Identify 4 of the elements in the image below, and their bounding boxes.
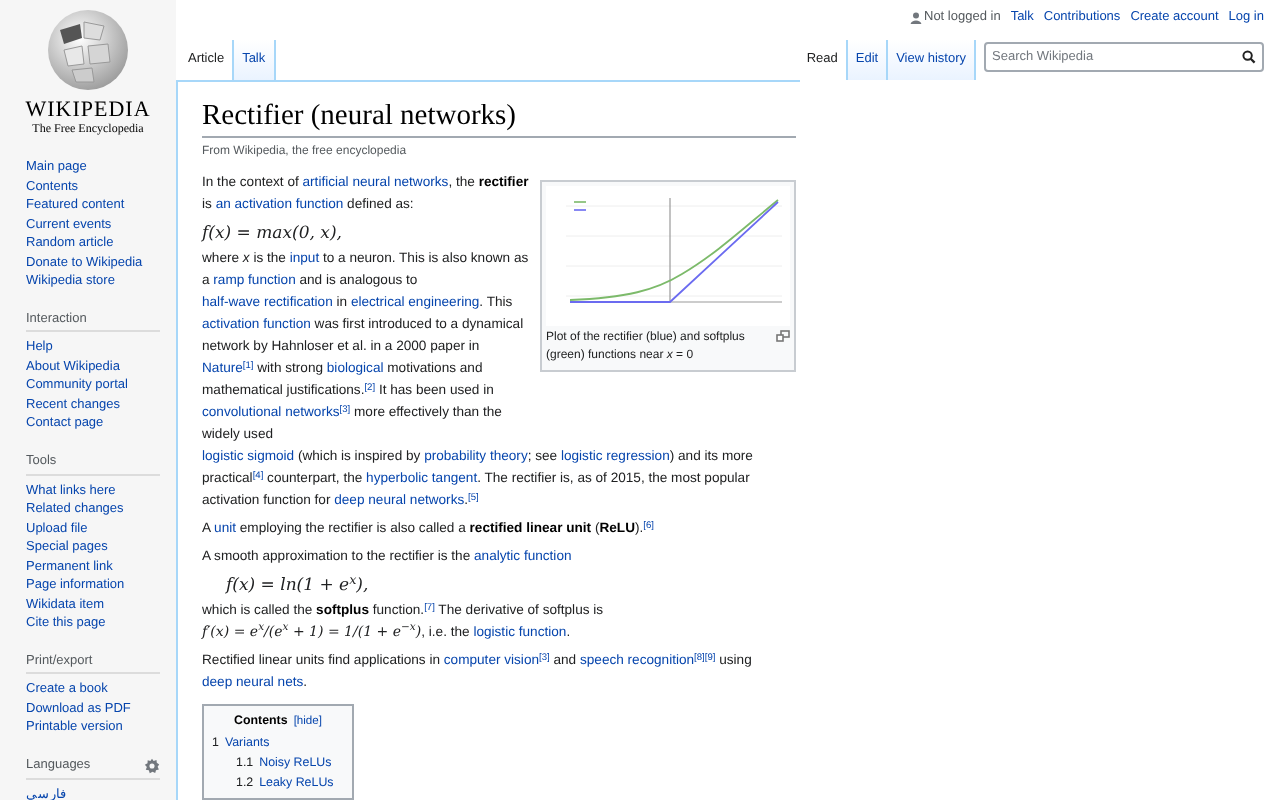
formula: f(x) = ln(1 + e$^{x}$), [223,574,369,598]
formula: f(x) = max(0, x), [202,222,342,246]
wordmark: WIKIPEDIA [25,98,151,122]
article-title: Rectifier (neural networks) [202,98,796,138]
